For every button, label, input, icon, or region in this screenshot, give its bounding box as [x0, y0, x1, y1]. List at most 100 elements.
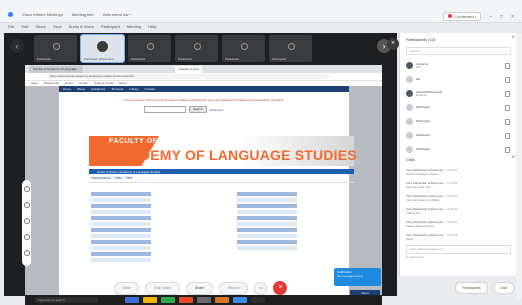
- connection-dot-icon: [448, 14, 453, 18]
- chat-panel-button[interactable]: Chat: [492, 282, 514, 294]
- participant-row[interactable]: Ahmed Muhammed Presenter: [406, 87, 514, 99]
- list-item[interactable]: [237, 192, 297, 196]
- pen-tool-icon[interactable]: [23, 202, 30, 208]
- menu-edit[interactable]: Edit: [21, 24, 28, 29]
- participant-row[interactable]: Participant: [406, 101, 514, 113]
- side-panel: Participants (10) × Search Instructor Hos…: [399, 33, 519, 276]
- thumbnail-caption: Participant: [178, 57, 193, 61]
- list-item[interactable]: [91, 252, 151, 256]
- menu-help[interactable]: Help: [148, 24, 156, 29]
- list-item[interactable]: [91, 222, 151, 226]
- meeting-info-link[interactable]: Meeting info: [72, 12, 94, 17]
- site-nav-item[interactable]: Contact: [145, 86, 155, 92]
- eraser-tool-icon[interactable]: [23, 250, 30, 256]
- site-nav-item[interactable]: Library: [129, 86, 138, 92]
- mic-icon[interactable]: [505, 91, 510, 97]
- share-button[interactable]: Share: [185, 281, 214, 295]
- participant-row[interactable]: Participant: [406, 143, 514, 155]
- menu-view[interactable]: View: [53, 24, 62, 29]
- close-participants-icon[interactable]: ×: [511, 35, 515, 41]
- menu-share[interactable]: Share: [35, 24, 46, 29]
- participants-panel-button[interactable]: Participants: [455, 282, 488, 294]
- advanced-search-link[interactable]: Advanced: [210, 108, 223, 112]
- video-thumbnail[interactable]: Participant: [175, 35, 218, 62]
- mic-icon[interactable]: [505, 119, 510, 125]
- close-window-icon[interactable]: ×: [511, 14, 514, 20]
- browser-tab-active[interactable]: Faculty of ALS: [175, 66, 203, 73]
- pointer-tool-icon[interactable]: [23, 186, 30, 192]
- shape-tool-icon[interactable]: [23, 234, 30, 240]
- thumb-prev-icon[interactable]: ‹: [10, 39, 24, 53]
- site-nav-item[interactable]: Academics: [91, 86, 106, 92]
- mic-icon[interactable]: [505, 77, 510, 83]
- text-tool-icon[interactable]: [23, 218, 30, 224]
- video-thumbnail[interactable]: Participant: [269, 35, 312, 62]
- chat-recipient-select[interactable]: To: Everyone: [406, 255, 424, 259]
- banner-title: ACADEMY OF LANGUAGE STUDIES: [109, 147, 357, 163]
- mic-icon[interactable]: [505, 105, 510, 111]
- list-item[interactable]: [91, 234, 151, 238]
- list-item[interactable]: [91, 192, 151, 196]
- mic-icon[interactable]: [505, 63, 510, 69]
- participant-row[interactable]: Participant: [406, 115, 514, 127]
- list-item[interactable]: [237, 204, 297, 208]
- browser-tab[interactable]: Faculty of Academy of Language...: [29, 66, 84, 73]
- address-bar[interactable]: https://www.faculty-academy-language-stu…: [47, 74, 330, 79]
- list-item[interactable]: [237, 222, 297, 226]
- maximize-icon[interactable]: □: [500, 14, 503, 20]
- site-nav-item[interactable]: Students: [112, 86, 124, 92]
- participant-search-input[interactable]: Search: [406, 47, 511, 55]
- list-item[interactable]: [91, 210, 151, 214]
- list-item[interactable]: [91, 204, 151, 208]
- user-icon: [288, 43, 295, 50]
- user-icon: [194, 43, 201, 50]
- minimize-icon[interactable]: –: [489, 14, 492, 20]
- close-chat-icon[interactable]: ×: [511, 155, 515, 161]
- list-item[interactable]: [237, 240, 297, 244]
- list-item[interactable]: [91, 198, 151, 202]
- chat-text: Can you hear me?: [406, 185, 431, 189]
- list-item[interactable]: [91, 258, 151, 262]
- list-item[interactable]: [237, 216, 297, 220]
- participant-row[interactable]: Instructor Host: [406, 59, 514, 71]
- chat-text: Okay: [406, 237, 414, 241]
- site-search-input[interactable]: [144, 106, 186, 113]
- close-stage-icon[interactable]: ×: [387, 38, 399, 50]
- participant-row[interactable]: Participant: [406, 129, 514, 141]
- hide-menu-bar-toggle[interactable]: Hide menu bar ^: [103, 12, 132, 17]
- list-item[interactable]: [237, 234, 297, 238]
- video-thumbnail[interactable]: Participant: [34, 35, 77, 62]
- site-nav-item[interactable]: Home: [63, 86, 71, 92]
- list-item[interactable]: [237, 198, 297, 202]
- list-item[interactable]: [91, 246, 151, 250]
- mute-button[interactable]: Mute: [113, 281, 140, 295]
- list-item[interactable]: [237, 246, 297, 250]
- chat-input[interactable]: Enter chat message here: [406, 245, 511, 254]
- menu-file[interactable]: File: [8, 24, 14, 29]
- menu-audio-video[interactable]: Audio & Video: [69, 24, 94, 29]
- list-item[interactable]: [91, 228, 151, 232]
- menu-meeting[interactable]: Meeting: [127, 24, 141, 29]
- end-meeting-icon[interactable]: ×: [273, 281, 288, 295]
- list-item[interactable]: [237, 210, 297, 214]
- list-item[interactable]: [91, 240, 151, 244]
- participant-name-text: Me: [416, 77, 421, 81]
- participant-name: Participant: [416, 147, 430, 151]
- video-button[interactable]: Stop video: [145, 281, 180, 295]
- video-thumbnail[interactable]: Participant: [128, 35, 171, 62]
- participant-row[interactable]: Me: [406, 73, 514, 85]
- site-search-button[interactable]: Search: [189, 106, 207, 113]
- site-nav-item[interactable]: About: [77, 86, 85, 92]
- chat-message: from Participant to Everyone 11:03 AM Can …: [406, 180, 514, 189]
- list-item[interactable]: [237, 228, 297, 232]
- record-button[interactable]: Record: [219, 281, 249, 295]
- video-thumbnail-active[interactable]: Participant (Presenter): [80, 34, 125, 63]
- mic-icon[interactable]: [505, 133, 510, 139]
- video-thumbnail[interactable]: Participant: [222, 35, 265, 62]
- mic-icon[interactable]: [505, 147, 510, 153]
- more-options-icon[interactable]: •••: [254, 281, 268, 295]
- chat-title: Chat: [406, 157, 415, 162]
- menu-participant[interactable]: Participant: [101, 24, 120, 29]
- connection-status[interactable]: Connected •: [443, 12, 482, 21]
- list-item[interactable]: [91, 216, 151, 220]
